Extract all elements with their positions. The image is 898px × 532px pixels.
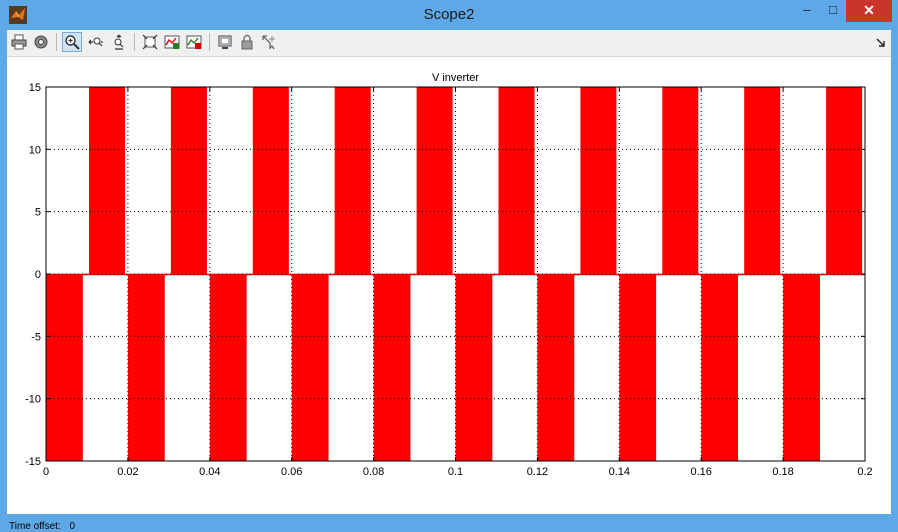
zoom-x-icon (88, 37, 103, 47)
y-tick-label: 15 (29, 82, 41, 94)
restore-axes-icon (186, 35, 202, 49)
floating-scope-button[interactable] (215, 32, 235, 52)
time-offset-value: 0 (69, 521, 76, 532)
signal-band-positive (252, 87, 289, 274)
signal-band-negative (701, 274, 739, 461)
signal-band-negative (373, 274, 411, 461)
zoom-x-button[interactable] (86, 32, 106, 52)
toolbar (7, 30, 891, 57)
signal-band-positive (744, 87, 781, 274)
parameters-button[interactable] (31, 32, 51, 52)
y-tick-label: -10 (25, 394, 41, 406)
signal-band-negative (537, 274, 575, 461)
signal-band-negative (455, 274, 493, 461)
client-area: 0 0.02 0.04 0.06 0.08 0.1 0.12 0.14 0.16 0.18 0.2 -… (7, 30, 891, 532)
save-axes-icon (164, 35, 180, 49)
signal-band-positive (580, 87, 617, 274)
autoscale-icon (142, 34, 158, 50)
time-offset: Time offset: 0 (9, 521, 81, 532)
zoom-in-icon (65, 35, 80, 50)
lock-axes-button[interactable] (237, 32, 257, 52)
signal-selection-icon (262, 35, 275, 50)
autoscale-button[interactable] (140, 32, 160, 52)
signal-band-negative (783, 274, 820, 461)
plot-area[interactable]: 0 0.02 0.04 0.06 0.08 0.1 0.12 0.14 0.16 0.18 0.2 -… (7, 57, 891, 532)
signal-band-positive (662, 87, 699, 274)
time-offset-label: Time offset: (9, 521, 61, 532)
print-button[interactable] (9, 32, 29, 52)
signal-band-positive (170, 87, 207, 274)
toolbar-separator (209, 33, 210, 51)
chart-title: V inverter (432, 72, 479, 84)
y-tick-label: -5 (31, 331, 41, 343)
minimize-button[interactable]: – (794, 0, 820, 22)
signal-band-negative (291, 274, 329, 461)
zoom-in-button[interactable] (62, 32, 82, 52)
x-tick-label: 0.16 (690, 466, 711, 478)
restore-axes-button[interactable] (184, 32, 204, 52)
signal-band-negative (127, 274, 165, 461)
signal-band-negative (209, 274, 247, 461)
maximize-button[interactable]: □ (820, 0, 846, 22)
lock-axes-icon (241, 34, 253, 50)
y-tick-label: 5 (35, 207, 41, 219)
dock-arrow-icon[interactable] (875, 37, 887, 49)
title-bar[interactable]: Scope2 – □ ✕ (0, 0, 898, 30)
window-title: Scope2 (423, 6, 475, 23)
zoom-y-button[interactable] (109, 32, 129, 52)
signal-band-positive (416, 87, 453, 274)
parameters-icon (34, 35, 48, 49)
toolbar-separator (56, 33, 57, 51)
floating-scope-icon (218, 35, 232, 49)
x-tick-label: 0.14 (609, 466, 630, 478)
y-tick-label: -15 (25, 456, 41, 468)
x-tick-label: 0.18 (772, 466, 793, 478)
scope-window: Scope2 – □ ✕ 0 0.02 0.04 0.06 0.08 0.1 0… (0, 0, 898, 532)
y-tick-label: 10 (29, 144, 41, 156)
toolbar-separator (134, 33, 135, 51)
x-tick-label: 0.08 (363, 466, 384, 478)
signal-band-positive (334, 87, 371, 274)
zoom-y-icon (114, 34, 124, 50)
save-axes-button[interactable] (162, 32, 182, 52)
x-tick-label: 0.06 (281, 466, 302, 478)
signal-band-positive (498, 87, 535, 274)
y-tick-label: 0 (35, 269, 41, 281)
signal-band-positive (826, 87, 863, 274)
x-tick-label: 0.12 (527, 466, 548, 478)
x-tick-label: 0.2 (857, 466, 872, 478)
x-tick-label: 0.1 (448, 466, 463, 478)
scope-chart[interactable]: 0 0.02 0.04 0.06 0.08 0.1 0.12 0.14 0.16 0.18 0.2 -… (7, 57, 891, 514)
x-tick-label: 0.02 (117, 466, 138, 478)
signal-band-negative (619, 274, 657, 461)
x-tick-label: 0 (43, 466, 49, 478)
signal-band-negative (46, 274, 83, 461)
print-icon (11, 34, 27, 50)
signal-selection-button[interactable] (259, 32, 279, 52)
signal-band-positive (88, 87, 126, 274)
x-tick-label: 0.04 (199, 466, 220, 478)
close-button[interactable]: ✕ (846, 0, 892, 22)
